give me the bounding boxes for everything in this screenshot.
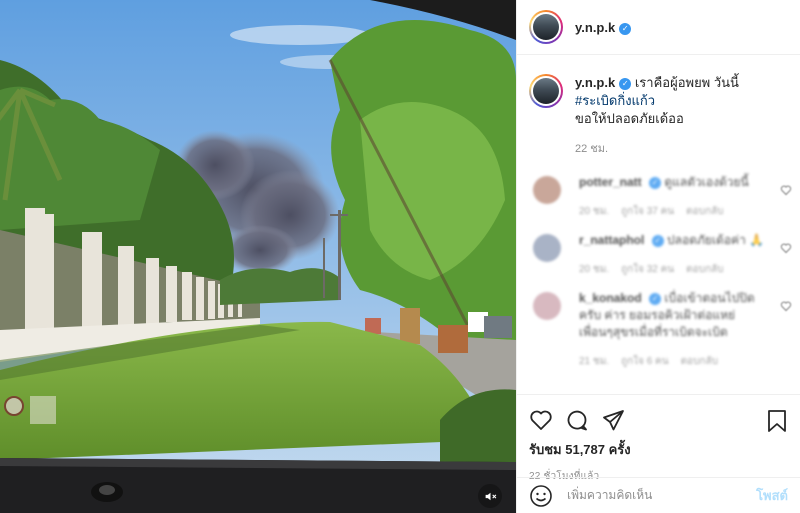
post-actions: รับชม 51,787 ครั้ง 22 ชั่วโมงที่แล้ว [517, 394, 800, 484]
hashtag-link[interactable]: #ระเบิดกิ่งแก้ว [575, 92, 739, 110]
comment-avatar[interactable] [533, 292, 561, 320]
caption-timestamp: 22 ชม. [575, 143, 609, 155]
comment-username[interactable]: r_nattaphol [579, 233, 644, 247]
caption-line3: ขอให้ปลอดภัยเด้ออ [575, 111, 684, 126]
post-side-panel: y.n.p.k ✓ y.n.p.k ✓ เราคือผู้อพยพ วันนี้ #… [516, 0, 800, 513]
comment-avatar[interactable] [533, 234, 561, 262]
comment-likes[interactable]: ถูกใจ 6 คน [621, 356, 669, 367]
verified-badge-icon: ✓ [651, 235, 664, 247]
heart-icon[interactable] [780, 242, 792, 254]
comment-item: r_nattaphol ✓ ปลอดภัยเด้อค่า 🙏 20 ชม. ถูก… [517, 232, 800, 278]
verified-badge-icon: ✓ [619, 22, 632, 35]
comment-input[interactable]: เพิ่มความคิดเห็น [567, 486, 756, 505]
caption-avatar[interactable] [529, 74, 563, 108]
smiley-icon [530, 484, 552, 507]
paper-plane-icon [603, 410, 624, 431]
comment-time: 21 ชม. [579, 356, 610, 367]
like-button[interactable] [529, 408, 553, 432]
comment-time: 20 ชม. [579, 206, 610, 217]
caption-line1: เราคือผู้อพยพ วันนี้ [634, 75, 739, 90]
reply-button[interactable]: ตอบกลับ [686, 264, 723, 275]
post-header: y.n.p.k ✓ [517, 0, 800, 55]
header-username[interactable]: y.n.p.k ✓ [575, 20, 632, 35]
comments-section[interactable]: y.n.p.k ✓ เราคือผู้อพยพ วันนี้ #ระเบิดกิ่… [517, 56, 800, 394]
video-frame-scene [0, 0, 516, 513]
verified-badge-icon: ✓ [649, 177, 662, 189]
view-count[interactable]: รับชม 51,787 ครั้ง [529, 439, 788, 460]
reply-button[interactable]: ตอบกลับ [681, 356, 718, 367]
share-button[interactable] [601, 408, 625, 432]
comment-time: 20 ชม. [579, 264, 610, 275]
post-comment-button[interactable]: โพสต์ [756, 485, 788, 506]
comment-text: ปลอดภัยเด้อค่า 🙏 [667, 233, 765, 247]
bookmark-icon [768, 410, 786, 432]
comment-item: potter_natt ✓ ดูแลตัวเองด้วยนี้ 20 ชม. ถู… [517, 174, 800, 220]
comment-text: ดูแลตัวเองด้วยนี้ [664, 175, 749, 189]
emoji-button[interactable] [529, 484, 553, 508]
heart-icon[interactable] [780, 300, 792, 312]
comment-username[interactable]: potter_natt [579, 175, 642, 189]
add-comment-bar: เพิ่มความคิดเห็น โพสต์ [517, 477, 800, 513]
muted-speaker-icon [485, 492, 496, 500]
save-button[interactable] [766, 409, 788, 436]
comment-likes[interactable]: ถูกใจ 32 คน [621, 264, 674, 275]
verified-badge-icon: ✓ [619, 78, 632, 90]
comment-button[interactable] [565, 408, 589, 432]
comment-likes[interactable]: ถูกใจ 37 คน [621, 206, 674, 217]
mute-toggle-button[interactable] [478, 484, 502, 508]
comment-username[interactable]: k_konakod [579, 291, 642, 305]
caption-username[interactable]: y.n.p.k [575, 75, 615, 90]
comment-bubble-icon [567, 410, 587, 431]
avatar[interactable] [529, 10, 563, 44]
post-caption: y.n.p.k ✓ เราคือผู้อพยพ วันนี้ #ระเบิดกิ่… [517, 56, 800, 158]
comment-item: k_konakod ✓ เบื่อเข้าตอนไปปิด ครับ ค่าร … [517, 290, 800, 370]
reply-button[interactable]: ตอบกลับ [686, 206, 723, 217]
comment-avatar[interactable] [533, 176, 561, 204]
heart-icon[interactable] [780, 184, 792, 196]
heart-icon [530, 410, 552, 430]
post-video[interactable] [0, 0, 516, 513]
instagram-post-view: y.n.p.k ✓ y.n.p.k ✓ เราคือผู้อพยพ วันนี้ #… [0, 0, 800, 513]
verified-badge-icon: ✓ [649, 293, 662, 305]
